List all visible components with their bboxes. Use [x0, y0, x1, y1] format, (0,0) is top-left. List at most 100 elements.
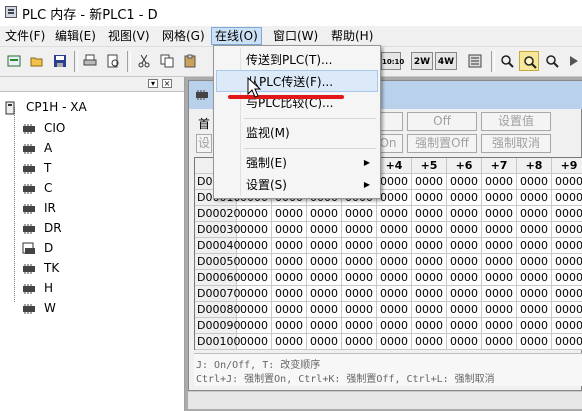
- memory-cell[interactable]: 0000: [272, 302, 307, 318]
- memory-cell[interactable]: 0000: [307, 270, 342, 286]
- memory-cell[interactable]: 0000: [447, 270, 482, 286]
- memory-cell[interactable]: 0000: [377, 238, 412, 254]
- new-button[interactable]: [4, 51, 24, 71]
- memory-cell[interactable]: 0000: [307, 206, 342, 222]
- horizontal-scrollbar[interactable]: [188, 391, 582, 409]
- memory-cell[interactable]: 0000: [482, 190, 517, 206]
- bit-display-button[interactable]: 10:10: [381, 52, 404, 70]
- memory-cell[interactable]: 0000: [307, 318, 342, 334]
- memory-cell[interactable]: 0000: [237, 254, 272, 270]
- memory-cell[interactable]: 0000: [272, 318, 307, 334]
- memory-cell[interactable]: 0000: [517, 286, 552, 302]
- monitor-button[interactable]: 10:10: [381, 51, 404, 71]
- tree-dropdown-button[interactable]: ▾: [148, 79, 158, 88]
- first-button[interactable]: 首: [198, 115, 210, 132]
- memory-cell[interactable]: 0000: [237, 222, 272, 238]
- memory-cell[interactable]: 0000: [552, 238, 582, 254]
- zoom-button[interactable]: [497, 51, 517, 71]
- memory-cell[interactable]: 0000: [342, 318, 377, 334]
- memory-cell[interactable]: 0000: [342, 206, 377, 222]
- memory-cell[interactable]: 0000: [552, 174, 582, 190]
- memory-cell[interactable]: 0000: [447, 206, 482, 222]
- memory-cell[interactable]: 0000: [377, 334, 412, 350]
- memory-cell[interactable]: 0000: [517, 302, 552, 318]
- menu-edit[interactable]: 编辑(E): [52, 28, 99, 45]
- memory-cell[interactable]: 0000: [517, 222, 552, 238]
- memory-cell[interactable]: 0000: [447, 254, 482, 270]
- memory-cell[interactable]: 0000: [552, 334, 582, 350]
- memory-cell[interactable]: 0000: [237, 286, 272, 302]
- memory-cell[interactable]: 0000: [517, 174, 552, 190]
- memory-cell[interactable]: 0000: [412, 270, 447, 286]
- memory-cell[interactable]: 0000: [552, 302, 582, 318]
- memory-cell[interactable]: 0000: [307, 254, 342, 270]
- cut-button[interactable]: [134, 51, 154, 71]
- memory-cell[interactable]: 0000: [552, 206, 582, 222]
- off-button[interactable]: Off: [407, 112, 477, 131]
- memory-cell[interactable]: 0000: [412, 286, 447, 302]
- memory-cell[interactable]: 0000: [377, 174, 412, 190]
- memory-cell[interactable]: 0000: [482, 238, 517, 254]
- extra-button[interactable]: [564, 51, 582, 71]
- memory-cell[interactable]: 0000: [237, 270, 272, 286]
- memory-cell[interactable]: 0000: [237, 334, 272, 350]
- memory-cell[interactable]: 0000: [482, 206, 517, 222]
- memory-cell[interactable]: 0000: [342, 302, 377, 318]
- print-preview-button[interactable]: [103, 51, 123, 71]
- memory-cell[interactable]: 0000: [377, 206, 412, 222]
- memory-cell[interactable]: 0000: [342, 222, 377, 238]
- print-button[interactable]: [80, 51, 100, 71]
- memory-cell[interactable]: 0000: [272, 270, 307, 286]
- memory-cell[interactable]: 0000: [482, 254, 517, 270]
- memory-cell[interactable]: 0000: [342, 254, 377, 270]
- menu-online[interactable]: 在线(O): [211, 27, 262, 45]
- tree-close-button[interactable]: ×: [162, 79, 172, 88]
- paste-button[interactable]: [180, 51, 200, 71]
- memory-cell[interactable]: 0000: [272, 206, 307, 222]
- memory-cell[interactable]: 0000: [307, 222, 342, 238]
- menu-file[interactable]: 文件(F): [2, 28, 48, 45]
- memory-cell[interactable]: 0000: [412, 238, 447, 254]
- memory-cell[interactable]: 0000: [482, 286, 517, 302]
- open-button[interactable]: [27, 51, 47, 71]
- force-cancel-button[interactable]: 强制取消: [481, 134, 551, 153]
- memory-cell[interactable]: 0000: [517, 190, 552, 206]
- menu-view[interactable]: 视图(V): [105, 28, 153, 45]
- memory-cell[interactable]: 0000: [307, 302, 342, 318]
- memory-cell[interactable]: 0000: [342, 238, 377, 254]
- memory-cell[interactable]: 0000: [412, 222, 447, 238]
- memory-cell[interactable]: 0000: [552, 286, 582, 302]
- memory-cell[interactable]: 0000: [447, 334, 482, 350]
- memory-cell[interactable]: 0000: [447, 286, 482, 302]
- memory-cell[interactable]: 0000: [237, 206, 272, 222]
- memory-cell[interactable]: 0000: [342, 270, 377, 286]
- memory-cell[interactable]: 0000: [342, 334, 377, 350]
- memory-cell[interactable]: 0000: [377, 318, 412, 334]
- memory-cell[interactable]: 0000: [447, 238, 482, 254]
- memory-cell[interactable]: 0000: [482, 270, 517, 286]
- memory-cell[interactable]: 0000: [447, 318, 482, 334]
- memory-cell[interactable]: 0000: [482, 302, 517, 318]
- menu-item-transfer-from-plc[interactable]: 从PLC传送(F)...: [216, 70, 378, 92]
- memory-cell[interactable]: 0000: [237, 302, 272, 318]
- menu-grid[interactable]: 网格(G): [159, 28, 208, 45]
- save-button[interactable]: [50, 51, 70, 71]
- memory-cell[interactable]: 0000: [517, 254, 552, 270]
- force-off-button[interactable]: 强制置Off: [407, 134, 477, 153]
- memory-cell[interactable]: 0000: [377, 302, 412, 318]
- word4-button[interactable]: 4W: [435, 52, 457, 70]
- menu-help[interactable]: 帮助(H): [328, 28, 376, 45]
- memory-cell[interactable]: 0000: [552, 190, 582, 206]
- set-button[interactable]: 设: [196, 134, 212, 153]
- memory-cell[interactable]: 0000: [272, 286, 307, 302]
- memory-cell[interactable]: 0000: [447, 302, 482, 318]
- menu-item-settings[interactable]: 设置(S) ▶: [216, 174, 378, 196]
- memory-cell[interactable]: 0000: [517, 206, 552, 222]
- memory-cell[interactable]: 0000: [552, 254, 582, 270]
- memory-cell[interactable]: 0000: [342, 286, 377, 302]
- memory-cell[interactable]: 0000: [237, 318, 272, 334]
- memory-cell[interactable]: 0000: [517, 270, 552, 286]
- menu-item-transfer-to-plc[interactable]: 传送到PLC(T)...: [216, 49, 378, 71]
- memory-cell[interactable]: 0000: [517, 238, 552, 254]
- menu-window[interactable]: 窗口(W): [270, 28, 321, 45]
